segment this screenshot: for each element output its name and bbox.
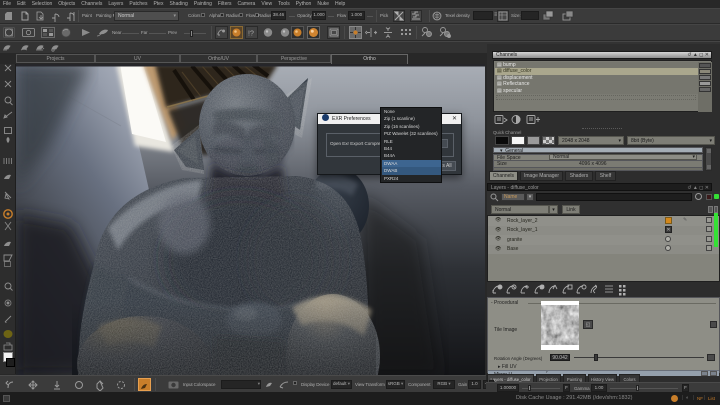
svg-text:!?: !? [248,31,254,38]
